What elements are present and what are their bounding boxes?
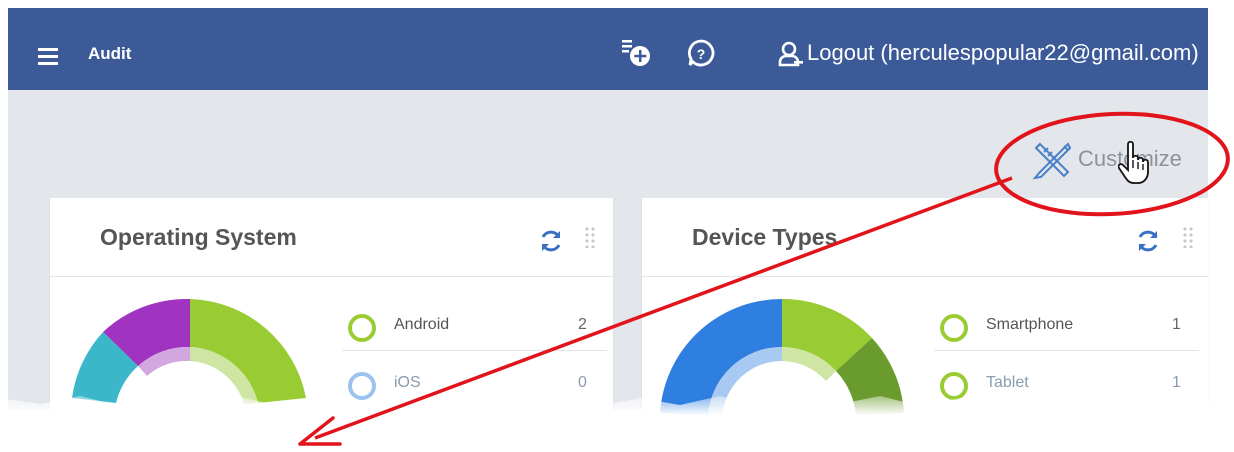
- legend-label: Android: [394, 316, 450, 333]
- card-title: Device Types: [692, 224, 838, 250]
- logout-link[interactable]: Logout (herculespopular22@gmail.com): [778, 40, 1199, 67]
- card-header: Operating System: [50, 198, 613, 277]
- screenshot-canvas: Audit ? Logout (herculespopular22@gmail.…: [0, 0, 1234, 452]
- page-title: Audit: [88, 44, 132, 63]
- legend-marker: [940, 314, 968, 342]
- top-header: Audit ? Logout (herculespopular22@gmail.…: [8, 8, 1208, 90]
- legend-item-smartphone[interactable]: Smartphone 1: [934, 304, 1199, 351]
- legend-marker: [348, 314, 376, 342]
- svg-text:?: ?: [697, 46, 706, 62]
- legend-label: Smartphone: [986, 316, 1074, 333]
- card-title: Operating System: [100, 224, 297, 250]
- add-report-icon[interactable]: [620, 36, 656, 70]
- torn-edge: [0, 396, 1234, 452]
- hand-cursor-icon: [1118, 140, 1149, 184]
- logout-label: Logout (herculespopular22@gmail.com): [807, 40, 1199, 65]
- refresh-icon[interactable]: [1135, 228, 1161, 254]
- hamburger-menu-icon[interactable]: [38, 48, 58, 65]
- user-icon: [778, 41, 803, 67]
- refresh-icon[interactable]: [538, 228, 564, 254]
- drag-handle-icon[interactable]: [584, 226, 596, 248]
- help-icon[interactable]: ?: [686, 38, 716, 68]
- legend-count: 1: [1172, 316, 1181, 333]
- customize-tools-icon: [1032, 142, 1072, 180]
- card-header: Device Types: [642, 198, 1208, 277]
- drag-handle-icon[interactable]: [1182, 226, 1194, 248]
- legend-count: 2: [578, 316, 587, 333]
- legend-item-android[interactable]: Android 2: [342, 304, 607, 351]
